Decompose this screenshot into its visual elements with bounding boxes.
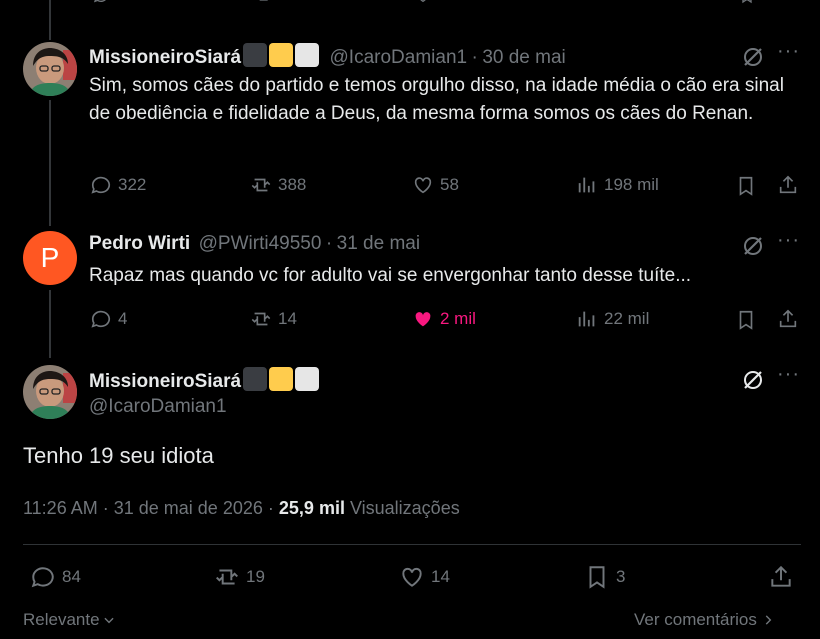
reply-icon [91, 176, 111, 194]
reply-icon [31, 567, 54, 588]
like-button[interactable]: 14 [399, 564, 450, 590]
repost-icon[interactable] [252, 0, 274, 4]
timestamp[interactable]: 30 de mai [482, 47, 565, 68]
sort-dropdown[interactable]: Relevante [23, 610, 116, 630]
repost-button[interactable]: 388 [250, 174, 306, 196]
divider [23, 544, 801, 545]
badge-yellow-square [269, 367, 294, 391]
reply-count: 4 [118, 309, 128, 328]
views-icon [578, 311, 595, 327]
main-author-name-row: MissioneiroSiará [89, 367, 320, 393]
reply-icon [91, 310, 111, 328]
thread-line [49, 100, 51, 226]
views-button[interactable]: 198 mil [576, 174, 659, 196]
reply-count: 322 [118, 175, 147, 194]
reply-count: 84 [62, 567, 81, 586]
bookmark-icon [589, 566, 605, 589]
display-name[interactable]: MissioneiroSiará [89, 371, 241, 392]
display-name[interactable]: Pedro Wirti [89, 233, 190, 254]
grok-icon[interactable] [741, 45, 765, 69]
view-comments-link[interactable]: Ver comentários [634, 610, 775, 630]
bookmark-icon[interactable] [736, 0, 758, 4]
separator-dot: · [102, 498, 109, 518]
views-button[interactable]: 22 mil [576, 308, 649, 330]
bookmark-count: 3 [616, 567, 626, 586]
thread-line [49, 0, 51, 40]
grok-icon[interactable] [741, 368, 765, 392]
tweet-text: Sim, somos cães do partido e temos orgul… [89, 75, 784, 124]
share-icon[interactable] [768, 564, 794, 590]
repost-icon [251, 178, 271, 192]
tweet-header: MissioneiroSiará @IcaroDamian1 · 30 de m… [89, 43, 566, 69]
handle[interactable]: @PWirti49550 [199, 233, 322, 254]
views-icon [578, 177, 595, 193]
reply-button[interactable]: 4 [90, 308, 127, 330]
like-icon [402, 567, 422, 587]
repost-count: 388 [278, 175, 307, 194]
chevron-right-icon [765, 615, 772, 625]
bookmark-icon[interactable] [735, 174, 757, 198]
sort-label: Relevante [23, 610, 100, 629]
badge-white-square [295, 43, 320, 67]
repost-count: 19 [246, 567, 265, 586]
separator-dot: · [267, 498, 274, 518]
bookmark-icon[interactable] [735, 308, 757, 332]
repost-icon [216, 569, 238, 585]
bookmark-button[interactable]: 3 [584, 564, 625, 590]
handle[interactable]: @IcaroDamian1 [330, 47, 468, 68]
more-options-icon[interactable]: ··· [777, 229, 800, 252]
views-count: 198 mil [604, 175, 659, 194]
like-count: 58 [440, 175, 459, 194]
avatar[interactable] [23, 42, 77, 96]
tweet-header: Pedro Wirti @PWirti49550 · 31 de mai [89, 233, 420, 255]
main-tweet-text: Tenho 19 seu idiota [23, 443, 214, 468]
avatar-letter: P [40, 242, 60, 273]
like-icon [414, 177, 432, 194]
avatar[interactable]: P [23, 231, 77, 285]
tweet-meta: 11:26 AM · 31 de mai de 2026 · 25,9 mil … [23, 498, 460, 519]
avatar[interactable] [23, 365, 77, 419]
tweet-text: Rapaz mas quando vc for adulto vai se en… [89, 265, 692, 286]
views-count: 22 mil [604, 309, 650, 328]
timestamp[interactable]: 31 de mai [337, 233, 420, 254]
badge-dark-square [243, 43, 268, 67]
more-options-icon[interactable]: ··· [777, 363, 800, 386]
tweet-date[interactable]: 31 de mai de 2026 [114, 498, 263, 518]
badge-white-square [295, 367, 320, 391]
separator-dot: · [471, 47, 478, 68]
badge-yellow-square [269, 43, 294, 67]
share-icon[interactable] [777, 173, 799, 197]
repost-icon [251, 312, 271, 326]
badge-dark-square [243, 367, 268, 391]
grok-icon[interactable] [741, 234, 765, 258]
display-name[interactable]: MissioneiroSiará [89, 47, 241, 68]
repost-button[interactable]: 19 [214, 564, 265, 590]
like-icon[interactable] [412, 0, 434, 4]
like-count: 14 [431, 567, 450, 586]
reply-button[interactable]: 322 [90, 174, 146, 196]
tweet-time[interactable]: 11:26 AM [23, 498, 98, 518]
repost-count: 14 [278, 309, 297, 328]
separator-dot: · [325, 233, 333, 254]
view-comments-label: Ver comentários [634, 610, 757, 629]
share-icon[interactable] [777, 307, 799, 331]
thread-line [49, 290, 51, 358]
like-button[interactable]: 58 [412, 174, 459, 196]
reply-button[interactable]: 84 [30, 564, 81, 590]
reply-icon[interactable] [90, 0, 112, 4]
more-options-icon[interactable]: ··· [777, 40, 800, 63]
previous-tweet-actions-cropped [90, 0, 802, 4]
views-label: Visualizações [349, 498, 460, 518]
repost-button[interactable]: 14 [250, 308, 297, 330]
views-count: 25,9 mil [278, 498, 345, 518]
like-count: 2 mil [440, 309, 476, 328]
handle[interactable]: @IcaroDamian1 [89, 396, 227, 418]
like-icon-filled [415, 312, 431, 327]
like-button[interactable]: 2 mil [412, 308, 476, 330]
chevron-down-icon [103, 617, 114, 624]
